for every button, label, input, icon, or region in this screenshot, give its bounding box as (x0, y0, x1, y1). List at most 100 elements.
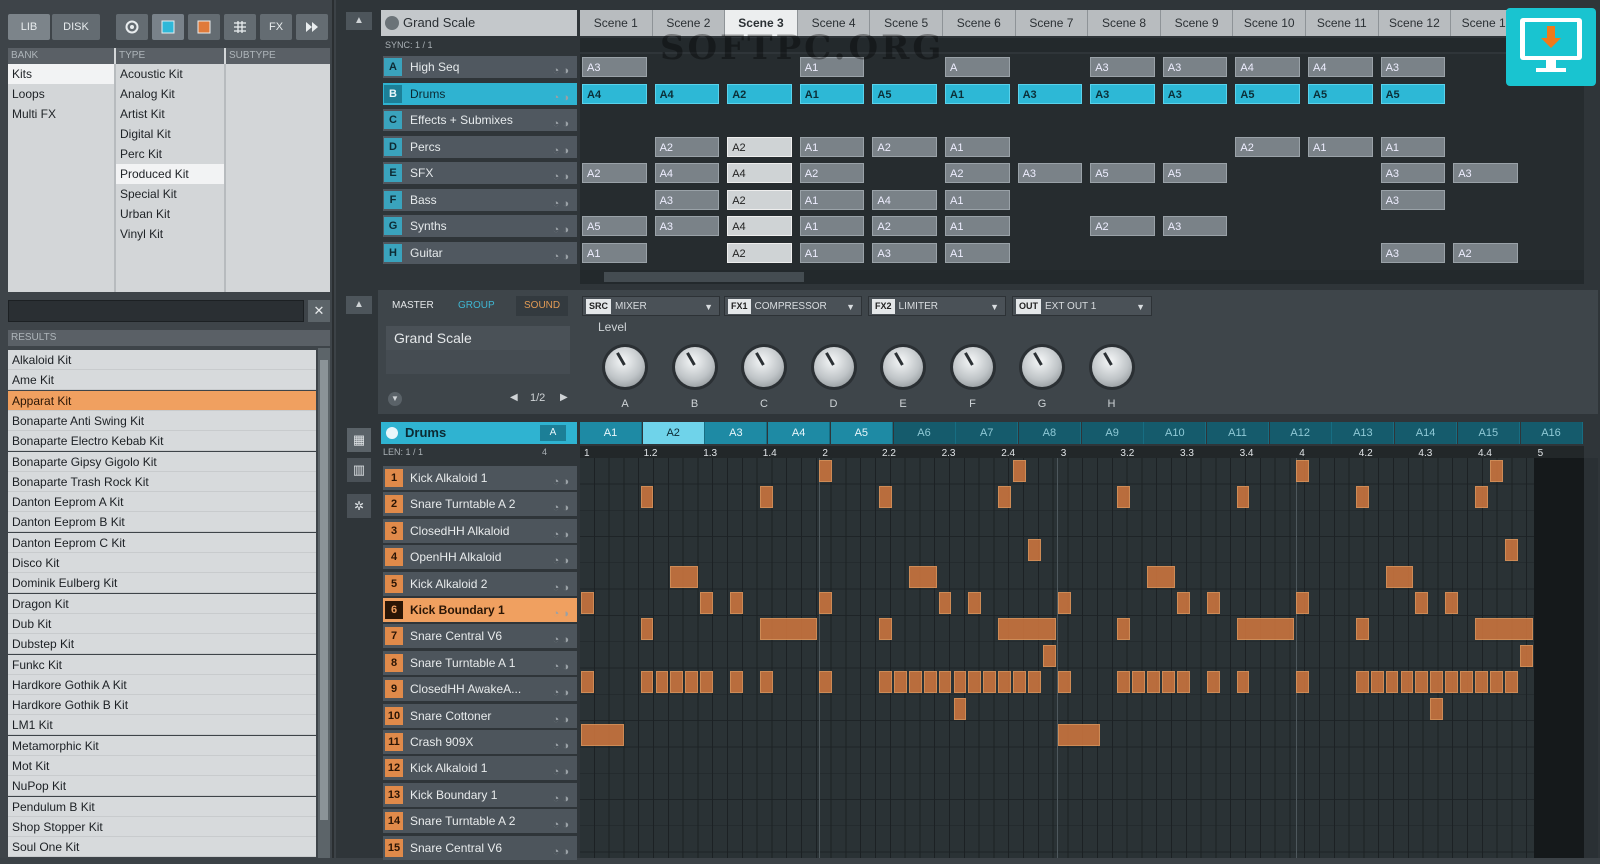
bank-item[interactable]: Multi FX (8, 104, 114, 124)
result-item[interactable]: Disco Kit (8, 553, 316, 573)
scene-clip[interactable]: A1 (582, 242, 647, 263)
note-event[interactable] (983, 671, 997, 694)
scene-clip[interactable]: A1 (945, 189, 1010, 210)
note-event[interactable] (1385, 565, 1414, 588)
scene-clip[interactable]: A4 (654, 83, 720, 104)
note-event[interactable] (1475, 486, 1488, 509)
note-event[interactable] (938, 592, 952, 614)
result-item[interactable]: Bonaparte Electro Kebab Kit (8, 431, 316, 452)
dropdown-chevron-icon[interactable]: ▼ (846, 297, 855, 317)
fx-slot[interactable]: SRC MIXER ▼ (582, 296, 720, 316)
scene-clip[interactable]: A3 (1162, 57, 1228, 77)
sound-row[interactable]: 9 ClosedHH AwakeA... ◔ ◑ (383, 677, 577, 702)
note-event[interactable] (670, 671, 684, 694)
note-event[interactable] (1355, 618, 1369, 641)
note-event[interactable] (968, 592, 982, 614)
level-knob[interactable] (1091, 347, 1132, 387)
scene-clip[interactable]: A2 (727, 83, 792, 104)
result-item[interactable]: Soul One Kit (8, 837, 316, 858)
fx-filter-button[interactable]: FX (260, 14, 292, 40)
scene-header[interactable]: Scene 6 (943, 10, 1016, 36)
level-knob[interactable] (952, 347, 993, 387)
type-item[interactable]: Digital Kit (116, 124, 224, 144)
result-item[interactable]: Funkc Kit (8, 654, 316, 675)
disk-tab[interactable]: DISK (52, 14, 100, 40)
level-knob[interactable] (883, 347, 923, 387)
result-item[interactable]: Hardkore Gothik A Kit (8, 674, 316, 695)
note-event[interactable] (1177, 592, 1190, 614)
note-event[interactable] (908, 565, 937, 588)
sound-row[interactable]: 14 Snare Turntable A 2 ◔ ◑ (383, 809, 577, 834)
note-event[interactable] (700, 592, 714, 614)
collapse-arranger-icon[interactable]: ▲ (346, 12, 372, 30)
note-event[interactable] (1028, 539, 1041, 562)
sound-row[interactable]: 7 Snare Central V6 ◔ ◑ (383, 624, 577, 649)
result-item[interactable]: Pendulum B Kit (8, 796, 316, 817)
note-event[interactable] (1206, 592, 1220, 614)
scene-clip[interactable]: A3 (582, 57, 647, 77)
scene-clip[interactable]: A2 (799, 163, 865, 183)
type-item[interactable]: Special Kit (116, 184, 224, 204)
result-item[interactable]: Danton Eeprom C Kit (8, 532, 316, 553)
group-row[interactable]: F Bass ◔ ◑ (383, 188, 577, 211)
scene-clip[interactable]: A1 (799, 136, 865, 157)
sound-row[interactable]: 1 Kick Alkaloid 1 ◔ ◑ (383, 466, 577, 490)
sound-row[interactable]: 11 Crash 909X ◔ ◑ (383, 730, 577, 754)
group-slot-selector[interactable]: A (540, 425, 566, 441)
note-event[interactable] (1236, 486, 1250, 509)
note-event[interactable] (1013, 671, 1026, 694)
note-event[interactable] (819, 592, 833, 614)
scene-clip[interactable]: A1 (1308, 136, 1373, 157)
fx-slot[interactable]: FX2 LIMITER ▼ (868, 296, 1006, 316)
fx-slot[interactable]: OUT EXT OUT 1 ▼ (1012, 296, 1152, 316)
group-row[interactable]: H Guitar ◔ ◑ (383, 241, 577, 264)
note-event[interactable] (640, 486, 654, 509)
pattern-tab[interactable]: A16 (1520, 422, 1583, 444)
pattern-tab[interactable]: A13 (1332, 422, 1395, 444)
note-event[interactable] (1296, 460, 1310, 482)
note-event[interactable] (1504, 539, 1518, 562)
page-menu-icon[interactable]: ▼ (388, 392, 402, 406)
type-item[interactable]: Acoustic Kit (116, 64, 224, 84)
scene-clip[interactable]: A5 (1380, 83, 1446, 104)
scene-clip[interactable]: A5 (1162, 163, 1228, 183)
note-event[interactable] (998, 486, 1012, 509)
group-mute-solo-icon[interactable]: ◔ ◑ (553, 113, 569, 135)
result-item[interactable]: Metamorphic Kit (8, 735, 316, 756)
sound-row[interactable]: 4 OpenHH Alkaloid ◔ ◑ (383, 545, 577, 570)
clear-search-button[interactable]: ✕ (308, 300, 330, 322)
sound-row[interactable]: 12 Kick Alkaloid 1 ◔ ◑ (383, 756, 577, 781)
note-event[interactable] (893, 671, 907, 694)
note-event[interactable] (908, 671, 922, 694)
scene-clip[interactable]: A5 (582, 216, 647, 236)
scene-header[interactable]: Scene 12 (1378, 10, 1452, 36)
pattern-tab[interactable]: A15 (1457, 422, 1520, 444)
type-item[interactable]: Artist Kit (116, 104, 224, 124)
pattern-tab[interactable]: A3 (705, 422, 768, 444)
pattern-tab[interactable]: A12 (1269, 422, 1332, 444)
scene-clip[interactable]: A1 (799, 242, 865, 263)
scene-clip[interactable]: A1 (945, 216, 1010, 236)
scene-clip[interactable]: A3 (1090, 57, 1155, 77)
note-event[interactable] (1206, 671, 1220, 694)
sound-row[interactable]: 15 Snare Central V6 ◔ ◑ (383, 835, 577, 860)
scene-clip[interactable]: A2 (1090, 216, 1155, 236)
sound-mute-solo-icon[interactable]: ◔ ◑ (553, 549, 569, 573)
note-event[interactable] (923, 671, 937, 694)
pattern-tab[interactable]: A1 (580, 422, 642, 444)
master-tab[interactable]: MASTER (384, 296, 442, 316)
arranger-scroll-thumb[interactable] (604, 272, 804, 282)
note-event[interactable] (879, 618, 892, 641)
group-row[interactable]: E SFX ◔ ◑ (383, 162, 577, 184)
scene-clip[interactable]: A3 (1017, 83, 1083, 104)
note-event[interactable] (879, 486, 892, 509)
scene-clip[interactable]: A3 (1017, 163, 1083, 183)
scene-clip[interactable]: A5 (1090, 163, 1155, 183)
step-mode-icon[interactable]: ✲ (347, 494, 371, 518)
dropdown-chevron-icon[interactable]: ▼ (1136, 297, 1145, 317)
sound-mute-solo-icon[interactable]: ◔ ◑ (553, 734, 569, 758)
scene-clip[interactable]: A3 (872, 242, 937, 263)
instrument-filter-icon[interactable] (116, 14, 148, 40)
note-event[interactable] (1385, 671, 1399, 694)
note-event[interactable] (1117, 618, 1131, 641)
